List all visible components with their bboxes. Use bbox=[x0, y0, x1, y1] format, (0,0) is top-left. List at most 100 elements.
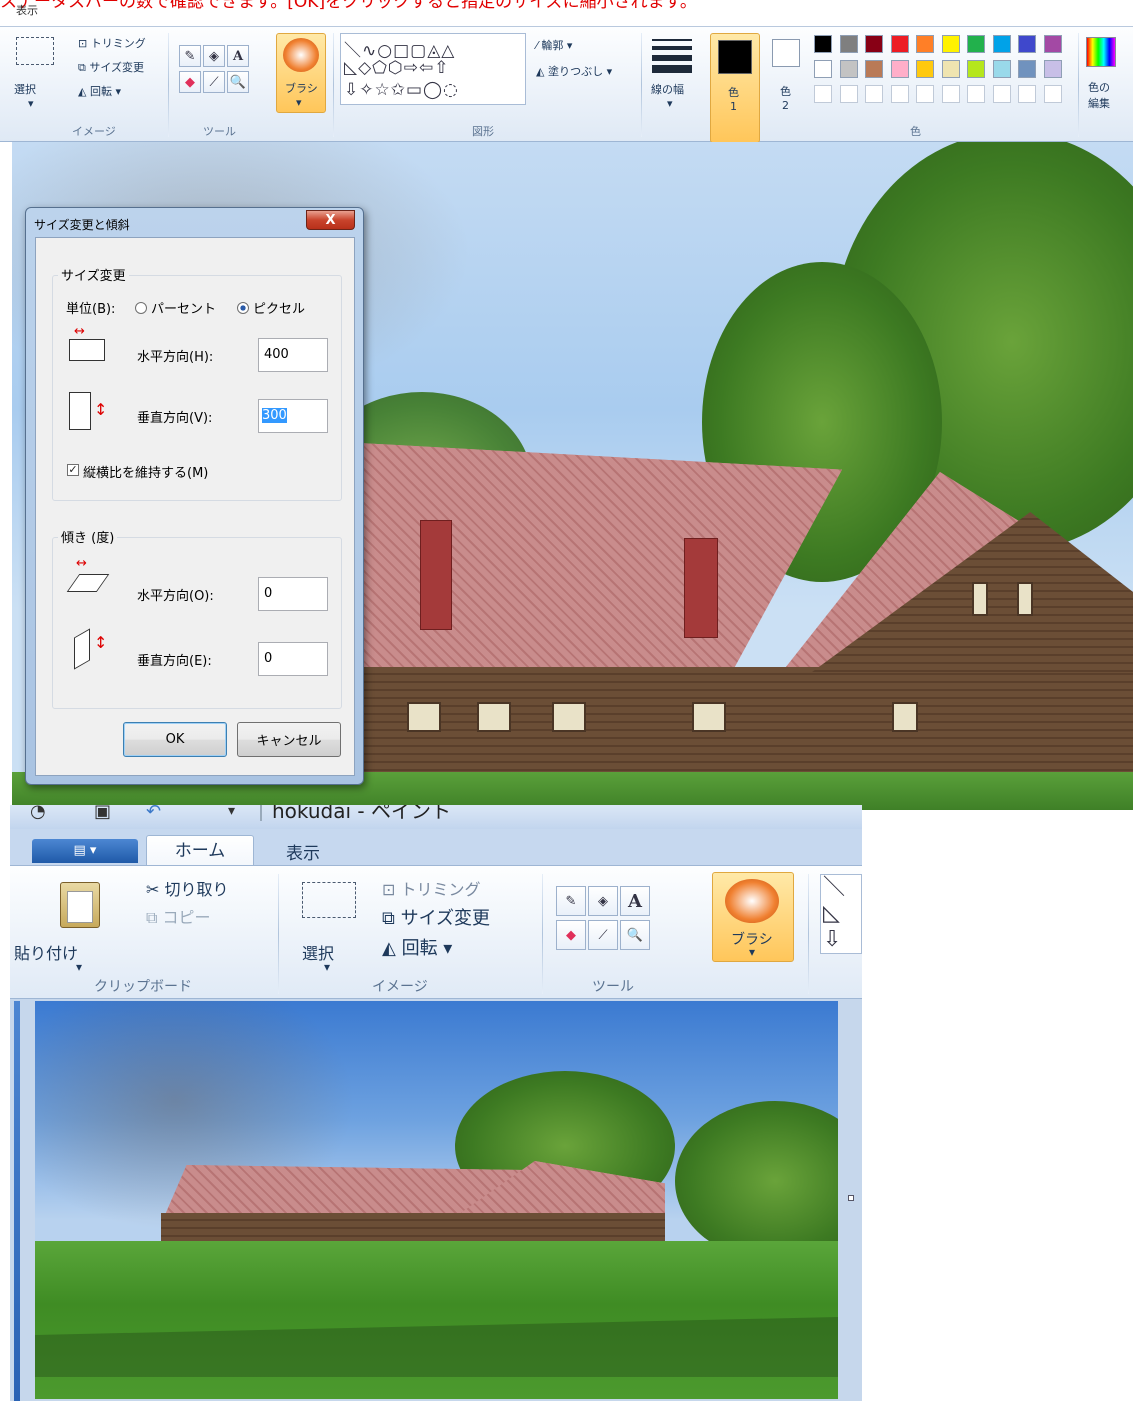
palette-swatch[interactable] bbox=[916, 35, 934, 53]
fill-shape-button[interactable]: ◭ 塗りつぶし ▾ bbox=[536, 63, 612, 79]
customize-qa-icon[interactable]: ▾ bbox=[228, 805, 235, 819]
undo-icon[interactable]: ↶ bbox=[146, 805, 161, 822]
line-width-icon[interactable] bbox=[652, 37, 692, 73]
select-button[interactable]: 選択 bbox=[14, 81, 36, 97]
color1-button[interactable]: 色 1 bbox=[710, 33, 760, 143]
eraser-icon[interactable]: ◆ bbox=[179, 71, 201, 93]
edit-colors-icon[interactable] bbox=[1086, 37, 1116, 67]
select-dropdown-icon[interactable]: ▾ bbox=[28, 97, 34, 110]
unit-pixel-label[interactable]: ピクセル bbox=[253, 298, 305, 317]
palette-swatch[interactable] bbox=[839, 60, 858, 78]
copy-button[interactable]: ⧉ コピー bbox=[146, 904, 211, 928]
brush-button[interactable]: ブラシ ▾ bbox=[712, 872, 794, 962]
shape-icons-row2[interactable]: ◺◇⬠⬡⇨⇦⇧ bbox=[344, 58, 450, 78]
palette-swatch[interactable] bbox=[1043, 60, 1062, 78]
horizontal-input[interactable]: 400 bbox=[258, 338, 328, 372]
rotate-button[interactable]: ◭ 回転 ▾ bbox=[382, 934, 452, 960]
magnifier-icon[interactable]: 🔍 bbox=[227, 71, 249, 93]
edit-colors-label-2[interactable]: 編集 bbox=[1088, 95, 1110, 111]
trim-button[interactable]: ⊡ トリミング bbox=[78, 35, 146, 51]
line-width-button[interactable]: 線の幅 bbox=[651, 81, 684, 97]
cancel-button[interactable]: キャンセル bbox=[237, 722, 341, 757]
fill-icon[interactable]: ◈ bbox=[203, 45, 225, 67]
ribbon-top: 選択 ▾ ⊡ トリミング ⧉ サイズ変更 ◭ 回転 ▾ イメージ ✎ ◈ A ◆… bbox=[0, 26, 1133, 143]
line-width-dropdown-icon[interactable]: ▾ bbox=[667, 97, 673, 110]
palette-swatch[interactable] bbox=[941, 35, 960, 53]
paste-button[interactable]: 貼り付け bbox=[14, 940, 78, 964]
paste-icon[interactable] bbox=[60, 882, 100, 928]
palette-swatch[interactable] bbox=[865, 60, 883, 78]
palette-swatch[interactable] bbox=[839, 35, 858, 53]
color-picker-icon[interactable]: ⟋ bbox=[203, 71, 225, 93]
menu-view-fragment[interactable]: 表示 bbox=[16, 2, 38, 18]
palette-swatch[interactable] bbox=[916, 60, 934, 78]
shapes-gallery[interactable]: ＼∿○□▢◬△ ◺◇⬠⬡⇨⇦⇧ ⇩✧☆✩▭◯◌ bbox=[340, 33, 526, 105]
brush-button[interactable]: ブラシ ▾ bbox=[276, 33, 326, 113]
custom-color-slot[interactable] bbox=[865, 85, 883, 103]
tab-home[interactable]: ホーム bbox=[146, 835, 254, 866]
custom-color-slot[interactable] bbox=[916, 85, 934, 103]
custom-color-slot[interactable] bbox=[839, 85, 858, 103]
pencil-icon[interactable]: ✎ bbox=[179, 45, 201, 67]
custom-color-slot[interactable] bbox=[890, 85, 909, 103]
palette-swatch[interactable] bbox=[1018, 60, 1036, 78]
custom-color-slot[interactable] bbox=[941, 85, 960, 103]
ok-button[interactable]: OK bbox=[123, 722, 227, 757]
resize-button[interactable]: ⧉ サイズ変更 bbox=[382, 904, 490, 930]
palette-swatch[interactable] bbox=[814, 35, 832, 53]
app-menu-button[interactable]: ▤ ▾ bbox=[32, 839, 138, 863]
custom-color-slot[interactable] bbox=[1018, 85, 1036, 103]
palette-swatch[interactable] bbox=[865, 35, 883, 53]
custom-color-slot[interactable] bbox=[1043, 85, 1062, 103]
keep-ratio-label[interactable]: 縦横比を維持する(M) bbox=[83, 462, 208, 481]
color2-swatch[interactable] bbox=[772, 39, 800, 67]
text-tool-icon[interactable]: A bbox=[620, 886, 650, 916]
palette-swatch[interactable] bbox=[992, 60, 1011, 78]
palette-swatch[interactable] bbox=[992, 35, 1011, 53]
shape-icons-row3[interactable]: ⇩✧☆✩▭◯◌ bbox=[344, 80, 459, 100]
fill-icon[interactable]: ◈ bbox=[588, 886, 618, 916]
keep-ratio-checkbox[interactable]: ✓ bbox=[67, 464, 79, 476]
save-icon[interactable]: ▣ bbox=[94, 805, 111, 822]
rotate-button[interactable]: ◭ 回転 ▾ bbox=[78, 83, 121, 99]
skew-v-input[interactable]: 0 bbox=[258, 642, 328, 676]
pencil-icon[interactable]: ✎ bbox=[556, 886, 586, 916]
vertical-input[interactable]: 300 bbox=[258, 399, 328, 433]
resize-handle[interactable] bbox=[848, 1195, 854, 1201]
palette-swatch[interactable] bbox=[967, 35, 985, 53]
color-picker-icon[interactable]: ⟋ bbox=[588, 920, 618, 950]
unit-pixel-radio[interactable] bbox=[237, 302, 249, 314]
eraser-icon[interactable]: ◆ bbox=[556, 920, 586, 950]
unit-percent-label[interactable]: パーセント bbox=[151, 298, 216, 317]
tab-view[interactable]: 表示 bbox=[286, 839, 320, 864]
cut-button[interactable]: ✂ 切り取り bbox=[146, 876, 229, 900]
dialog-close-button[interactable]: X bbox=[306, 210, 355, 230]
color-palette[interactable] bbox=[814, 35, 1074, 111]
custom-color-slot[interactable] bbox=[967, 85, 985, 103]
paste-dropdown-icon[interactable]: ▾ bbox=[76, 960, 82, 974]
select-icon[interactable] bbox=[302, 882, 356, 918]
unit-percent-radio[interactable] bbox=[135, 302, 147, 314]
edit-colors-label-1[interactable]: 色の bbox=[1088, 79, 1110, 95]
palette-swatch[interactable] bbox=[890, 60, 909, 78]
canvas-image-resized[interactable] bbox=[35, 1001, 838, 1399]
shapes-gallery[interactable]: ＼ ◺ ⇩ bbox=[820, 874, 862, 954]
text-tool-icon[interactable]: A bbox=[227, 45, 249, 67]
resize-button[interactable]: ⧉ サイズ変更 bbox=[78, 59, 144, 75]
palette-swatch[interactable] bbox=[1043, 35, 1062, 53]
palette-swatch[interactable] bbox=[814, 60, 832, 78]
palette-swatch[interactable] bbox=[890, 35, 909, 53]
trim-button[interactable]: ⊡ トリミング bbox=[382, 876, 481, 900]
palette-swatch[interactable] bbox=[967, 60, 985, 78]
palette-swatch[interactable] bbox=[1018, 35, 1036, 53]
custom-color-slot[interactable] bbox=[992, 85, 1011, 103]
shape-icons-partial[interactable]: ＼ ◺ ⇩ bbox=[821, 875, 861, 953]
outline-button[interactable]: ⁄ 輪郭 ▾ bbox=[536, 37, 572, 53]
select-icon[interactable] bbox=[16, 37, 54, 65]
select-dropdown-icon[interactable]: ▾ bbox=[324, 960, 330, 974]
magnifier-icon[interactable]: 🔍 bbox=[620, 920, 650, 950]
custom-color-slot[interactable] bbox=[814, 85, 832, 103]
palette-swatch[interactable] bbox=[941, 60, 960, 78]
paint-app-icon[interactable]: ◔ bbox=[30, 805, 46, 822]
skew-h-input[interactable]: 0 bbox=[258, 577, 328, 611]
